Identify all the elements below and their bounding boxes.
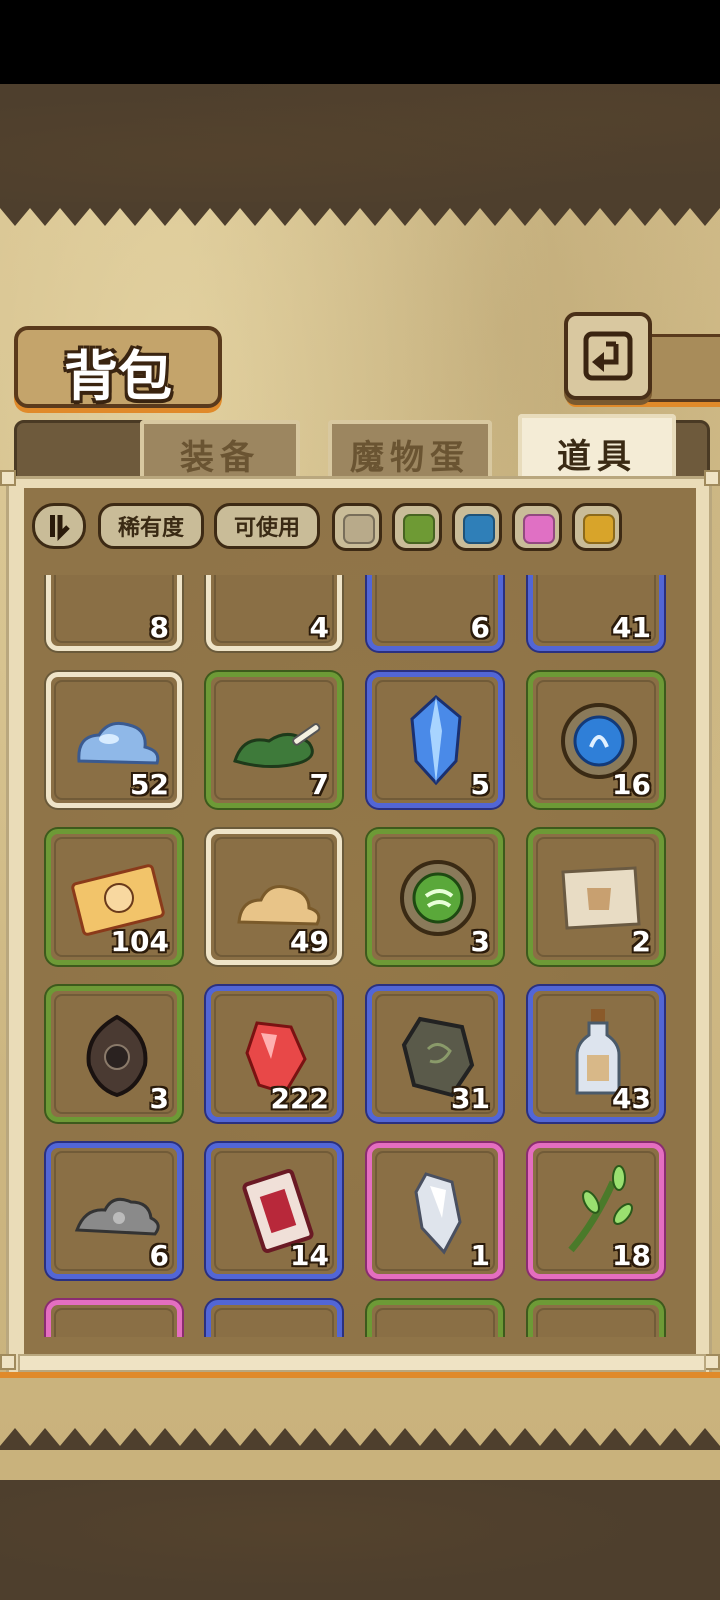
item-slot[interactable]: 3 — [46, 986, 182, 1122]
item-count: 31 — [451, 1082, 490, 1115]
item-slot[interactable]: 6 — [46, 1143, 182, 1279]
item-count: 6 — [149, 1239, 169, 1272]
rarity-swatch-gold[interactable] — [572, 503, 622, 551]
cat-paper-icon — [390, 1319, 486, 1337]
item-slot[interactable] — [46, 1300, 182, 1337]
item-count: 18 — [612, 1239, 651, 1272]
item-slot[interactable]: 18 — [528, 1143, 664, 1279]
item-count: 14 — [290, 1239, 329, 1272]
rarity-swatch-blue[interactable] — [452, 503, 502, 551]
item-count: 4 — [309, 611, 329, 644]
item-slot[interactable]: 3 — [367, 829, 503, 965]
swatch-color — [463, 514, 495, 544]
map-background-bottom — [0, 1480, 720, 1600]
item-slot[interactable]: 52 — [46, 672, 182, 808]
tab-equipment[interactable]: 装备 — [140, 420, 300, 484]
return-arrow-icon — [583, 331, 633, 381]
rarity-swatch-gray[interactable] — [332, 503, 382, 551]
frame-corner — [704, 1354, 720, 1370]
item-count: 5 — [470, 768, 490, 801]
blue-card-icon — [551, 1319, 647, 1337]
item-slot[interactable]: 222 — [206, 986, 342, 1122]
item-count: 41 — [612, 611, 651, 644]
swatch-color — [403, 514, 435, 544]
rarity-filter-button[interactable]: 稀有度 — [98, 503, 204, 549]
item-slot[interactable]: 104 — [46, 829, 182, 965]
frame-corner — [0, 1354, 16, 1370]
zigzag-edge-bottom — [0, 1428, 720, 1450]
tab-monster-eggs-label: 魔物蛋 — [350, 437, 470, 478]
zigzag-edge-top — [0, 202, 720, 226]
burger-icon — [69, 1319, 165, 1337]
item-slot[interactable]: 8 — [46, 575, 182, 651]
tab-items-label: 道具 — [557, 436, 637, 477]
swatch-color — [583, 514, 615, 544]
item-slot[interactable]: 49 — [206, 829, 342, 965]
item-count: 49 — [290, 925, 329, 958]
item-grid: 8 4 6 41 52 7 5 16 104 49 3 2 3 222 31 43 6 14 1 18 — [24, 575, 696, 1337]
item-slot[interactable]: 16 — [528, 672, 664, 808]
item-count: 1 — [470, 1239, 490, 1272]
back-button[interactable] — [564, 312, 652, 400]
item-count: 16 — [612, 768, 651, 801]
map-background-top — [0, 84, 720, 202]
item-count: 7 — [309, 768, 329, 801]
tab-equipment-label: 装备 — [180, 437, 260, 478]
panel-bottom-trim — [0, 1372, 720, 1378]
item-count: 2 — [631, 925, 651, 958]
pink-orb-icon — [229, 1319, 325, 1337]
item-count: 3 — [470, 925, 490, 958]
item-slot[interactable]: 14 — [206, 1143, 342, 1279]
rarity-swatch-green[interactable] — [392, 503, 442, 551]
page-title: 背包 — [64, 344, 172, 408]
tab-monster-eggs[interactable]: 魔物蛋 — [328, 420, 492, 484]
sort-toggle-button[interactable] — [32, 503, 86, 549]
swatch-color — [523, 514, 555, 544]
item-slot[interactable] — [206, 1300, 342, 1337]
rarity-swatch-pink[interactable] — [512, 503, 562, 551]
frame-corner — [704, 470, 720, 486]
item-count: 43 — [612, 1082, 651, 1115]
usable-filter-label: 可使用 — [233, 516, 300, 541]
usable-filter-button[interactable]: 可使用 — [214, 503, 320, 549]
item-count: 52 — [130, 768, 169, 801]
item-slot[interactable]: 4 — [206, 575, 342, 651]
item-slot[interactable]: 1 — [367, 1143, 503, 1279]
filter-row: 稀有度 可使用 — [32, 503, 692, 553]
item-slot[interactable]: 31 — [367, 986, 503, 1122]
swatch-color — [343, 514, 375, 544]
panel-bottom-strip — [18, 1354, 706, 1372]
status-bar-area — [0, 0, 720, 84]
item-slot[interactable]: 41 — [528, 575, 664, 651]
item-slot[interactable] — [367, 1300, 503, 1337]
sort-icon — [50, 515, 70, 541]
frame-corner — [0, 470, 16, 486]
item-slot[interactable]: 43 — [528, 986, 664, 1122]
item-count: 222 — [270, 1082, 329, 1115]
item-slot[interactable]: 2 — [528, 829, 664, 965]
rarity-filter-label: 稀有度 — [117, 516, 184, 541]
item-slot[interactable]: 5 — [367, 672, 503, 808]
item-count: 6 — [470, 611, 490, 644]
item-count: 8 — [149, 611, 169, 644]
item-slot[interactable]: 6 — [367, 575, 503, 651]
item-slot[interactable]: 7 — [206, 672, 342, 808]
item-slot[interactable] — [528, 1300, 664, 1337]
item-count: 104 — [110, 925, 169, 958]
item-count: 3 — [149, 1082, 169, 1115]
title-plate: 背包 — [14, 326, 222, 408]
